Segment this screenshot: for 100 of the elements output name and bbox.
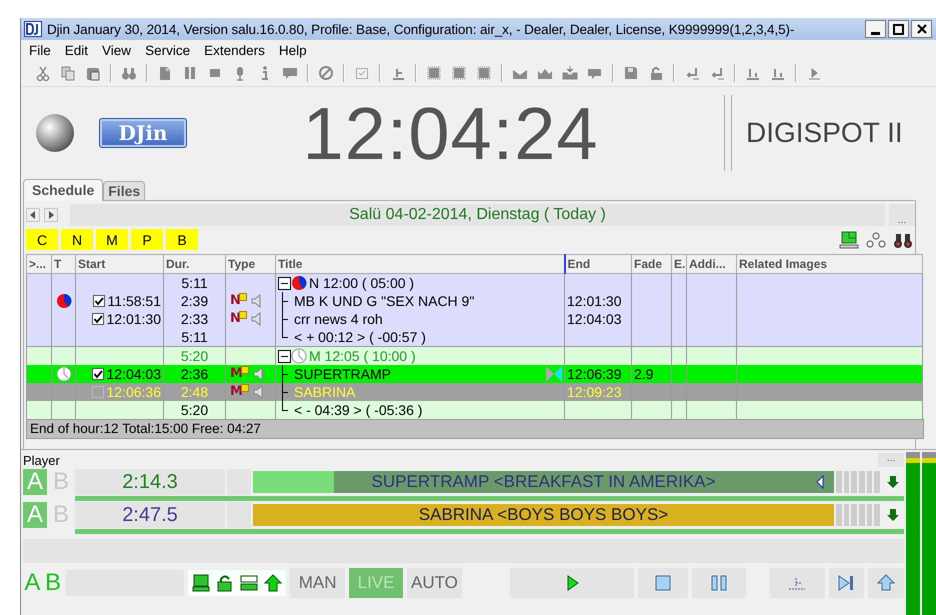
padlock-icon[interactable] (216, 574, 234, 592)
more-button[interactable]: ... (878, 453, 904, 467)
reels-icon[interactable] (866, 230, 886, 248)
duration: 2:36 (180, 366, 208, 382)
column-header[interactable]: Dur. (164, 254, 226, 274)
status-light-icon (35, 113, 75, 153)
schedule-row[interactable]: 12:04:03 2:36 M SUPERTRAMP 12:06:39 2.9 (26, 365, 922, 383)
menu-item[interactable]: Service (145, 42, 200, 58)
paste-icon[interactable] (85, 65, 101, 81)
indicator-segment (859, 504, 865, 526)
cut-icon[interactable] (35, 65, 51, 81)
mode-button[interactable]: AUTO (407, 568, 462, 598)
more-button[interactable]: ... (889, 204, 915, 226)
document-icon[interactable] (157, 65, 173, 81)
block-icon[interactable] (451, 65, 467, 81)
download-arrow-icon[interactable] (886, 475, 900, 489)
column-header[interactable]: Type (226, 254, 276, 274)
start-time: 12:01:30 (106, 310, 161, 328)
indicator-segment (866, 504, 872, 526)
block-summary: < - 04:39 > ( -05:36 ) (294, 401, 422, 419)
eject-button[interactable] (868, 568, 904, 598)
next-day-icon[interactable] (44, 208, 58, 222)
category-button[interactable]: N (61, 229, 93, 250)
collapse-icon[interactable] (278, 276, 291, 290)
collapse-icon[interactable] (278, 350, 291, 362)
indicator-segment (851, 504, 858, 526)
clock: 12:04:24 (301, 90, 600, 176)
category-button[interactable]: C (26, 229, 58, 250)
maximize-icon (893, 24, 904, 34)
no-entry-icon[interactable] (318, 65, 334, 81)
download-arrow-icon[interactable] (886, 508, 900, 522)
split-panel-icon[interactable] (240, 574, 258, 592)
schedule-row[interactable]: 5:11 N 12:00 ( 05:00 ) (26, 274, 922, 292)
save-icon[interactable] (623, 65, 639, 81)
tab[interactable]: Schedule (23, 179, 104, 201)
column-header[interactable]: E. (672, 254, 686, 274)
speech-bubble-icon[interactable] (282, 65, 298, 81)
menu-item[interactable]: Edit (64, 42, 98, 58)
tab[interactable]: Files (103, 181, 146, 200)
duration: 5:20 (180, 402, 208, 418)
app-logo-icon (24, 21, 42, 37)
skip-next-button[interactable] (828, 568, 864, 598)
category-button[interactable]: P (131, 229, 163, 250)
checkbox-icon[interactable] (354, 65, 370, 81)
maximize-button[interactable] (888, 20, 909, 38)
end-time: 12:09:23 (567, 384, 622, 400)
minimize-icon (871, 32, 880, 34)
menu-item[interactable]: Extenders (204, 42, 274, 58)
skip-end-icon[interactable] (806, 65, 822, 81)
arrow-left-icon[interactable] (709, 65, 725, 81)
menu-item[interactable]: Help (278, 42, 316, 58)
column-header[interactable]: T (52, 254, 76, 274)
up-arrow-icon[interactable] (264, 574, 282, 592)
block-icon[interactable] (426, 65, 442, 81)
start-time: 12:06:36 (106, 383, 161, 401)
indicator-segment (874, 471, 880, 493)
indicator-segment (844, 504, 850, 526)
menu-item[interactable]: File (29, 42, 60, 58)
track-title: SUPERTRAMP <BREAKFAST IN AMERIKA> (372, 472, 716, 492)
schedule-row[interactable]: 5:11 < + 00:12 > ( -00:57 ) (26, 328, 922, 346)
inbox-icon[interactable] (562, 65, 578, 81)
pause-icon[interactable] (182, 65, 198, 81)
duration: 2:48 (180, 384, 208, 400)
arrow-left-icon[interactable] (684, 65, 700, 81)
fade-value: 2.9 (634, 366, 654, 382)
mode-button[interactable]: MAN (290, 568, 345, 598)
column-header[interactable]: Title (276, 254, 564, 274)
indicator-segment (866, 471, 872, 493)
column-header[interactable]: Addi... (686, 254, 736, 274)
checkbox[interactable] (92, 295, 105, 307)
monitor-icon[interactable] (192, 574, 210, 592)
monitor-icon[interactable] (839, 230, 859, 248)
schedule-row[interactable]: 5:20 < - 04:39 > ( -05:36 ) (26, 401, 922, 419)
indicator-segment (836, 471, 842, 493)
checkbox[interactable] (92, 386, 104, 398)
duration: 2:39 (180, 293, 208, 309)
insert-button[interactable] (770, 568, 825, 598)
checkbox[interactable] (92, 313, 104, 325)
close-button[interactable] (911, 20, 932, 38)
column-header[interactable]: Related Images (736, 254, 922, 274)
column-header[interactable]: Start (76, 254, 164, 274)
column-header[interactable]: Fade (632, 254, 672, 274)
menu-item[interactable]: View (102, 42, 140, 58)
checkbox[interactable] (92, 368, 104, 380)
stop-button[interactable] (638, 568, 688, 598)
copy-icon[interactable] (60, 65, 76, 81)
empty-slot (227, 469, 251, 495)
category-button[interactable]: B (166, 229, 198, 250)
category-button[interactable]: M (96, 229, 128, 250)
pause-button[interactable] (692, 568, 746, 598)
duration: 5:11 (181, 329, 208, 345)
column-header[interactable]: >... (26, 254, 52, 274)
remaining-time: 2:47.5 (75, 502, 225, 528)
column-header[interactable]: End (564, 254, 632, 274)
cue-marker-icon (816, 475, 824, 489)
minimize-button[interactable] (865, 20, 886, 38)
previous-day-icon[interactable] (26, 208, 40, 222)
lock-icon[interactable] (648, 65, 664, 81)
block-icon[interactable] (476, 65, 492, 81)
item-title: crr news 4 roh (294, 310, 383, 328)
